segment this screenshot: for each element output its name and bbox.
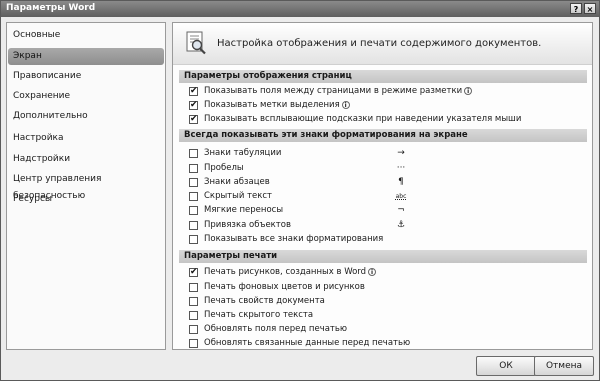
checkbox[interactable]: [189, 206, 198, 215]
settings-panel: Настройка отображения и печати содержимо…: [172, 22, 593, 350]
checkbox[interactable]: [189, 339, 198, 348]
option-label: Мягкие переносы: [204, 205, 284, 215]
checkbox[interactable]: [189, 283, 198, 292]
checkbox[interactable]: [189, 297, 198, 306]
option-label: Скрытый текст: [204, 191, 273, 201]
checkbox[interactable]: ✔: [189, 87, 198, 96]
checkbox[interactable]: [189, 164, 198, 173]
panel-header-text: Настройка отображения и печати содержимо…: [217, 38, 542, 49]
pilcrow-icon: ¶: [398, 177, 404, 187]
sidebar-item-save[interactable]: Сохранение: [8, 88, 164, 105]
option-label: Печать рисунков, созданных в Word: [204, 267, 367, 277]
info-icon: i: [368, 267, 377, 276]
hidden-text-icon: abc: [395, 193, 407, 200]
option-label: Обновлять поля перед печатью: [204, 324, 348, 334]
section-page-display: Параметры отображения страниц: [179, 70, 587, 83]
checkbox[interactable]: [189, 192, 198, 201]
cancel-button[interactable]: Отмена: [534, 356, 594, 376]
info-icon: i: [341, 100, 350, 109]
magnifier-page-icon: [186, 31, 206, 55]
checkbox[interactable]: [189, 221, 198, 230]
sidebar-item-resources[interactable]: Ресурсы: [8, 191, 164, 208]
ok-button[interactable]: ОК: [476, 356, 536, 376]
title-bar: Параметры Word ? ×: [1, 1, 599, 17]
anchor-icon: ⚓: [396, 220, 406, 230]
close-button[interactable]: ×: [584, 3, 596, 14]
optional-hyphen-icon: ¬: [397, 205, 405, 215]
help-button[interactable]: ?: [570, 3, 582, 14]
sidebar-item-addins[interactable]: Надстройки: [8, 151, 164, 168]
section-formatting-marks: Всегда показывать эти знаки форматирован…: [179, 129, 587, 142]
checkbox[interactable]: [189, 311, 198, 320]
sidebar-item-customize[interactable]: Настройка: [8, 130, 164, 147]
checkbox[interactable]: ✔: [189, 101, 198, 110]
sidebar-item-advanced[interactable]: Дополнительно: [8, 108, 164, 125]
sidebar: Основные Экран Правописание Сохранение Д…: [6, 22, 166, 350]
option-label: Показывать поля между страницами в режим…: [204, 86, 463, 96]
option-label: Знаки табуляции: [204, 148, 282, 158]
option-label: Печать свойств документа: [204, 296, 325, 306]
checkbox[interactable]: [189, 178, 198, 187]
option-label: Печать скрытого текста: [204, 310, 314, 320]
checkbox[interactable]: ✔: [189, 268, 198, 277]
sidebar-item-trust-center[interactable]: Центр управления безопасностью: [8, 171, 164, 201]
sidebar-item-proofing[interactable]: Правописание: [8, 68, 164, 85]
option-label: Печать фоновых цветов и рисунков: [204, 282, 365, 292]
option-label: Обновлять связанные данные перед печатью: [204, 338, 411, 348]
checkbox[interactable]: ✔: [189, 115, 198, 124]
tab-arrow-icon: →: [397, 148, 405, 158]
window-title: Параметры Word: [6, 3, 96, 13]
word-options-dialog: Параметры Word ? × Основные Экран Правоп…: [0, 0, 600, 381]
option-label: Показывать метки выделения: [204, 100, 340, 110]
option-label: Знаки абзацев: [204, 177, 270, 187]
section-print-options: Параметры печати: [179, 250, 587, 263]
option-label: Привязка объектов: [204, 220, 291, 230]
checkbox[interactable]: [189, 235, 198, 244]
panel-header: Настройка отображения и печати содержимо…: [173, 23, 592, 65]
checkbox[interactable]: [189, 325, 198, 334]
option-label: Показывать все знаки форматирования: [204, 234, 384, 244]
sidebar-item-general[interactable]: Основные: [8, 27, 164, 44]
sidebar-item-display[interactable]: Экран: [8, 48, 164, 65]
checkbox[interactable]: [189, 149, 198, 158]
info-icon: i: [464, 86, 473, 95]
option-label: Пробелы: [204, 163, 244, 173]
space-dots-icon: ···: [396, 163, 406, 173]
option-label: Показывать всплывающие подсказки при нав…: [204, 114, 522, 124]
